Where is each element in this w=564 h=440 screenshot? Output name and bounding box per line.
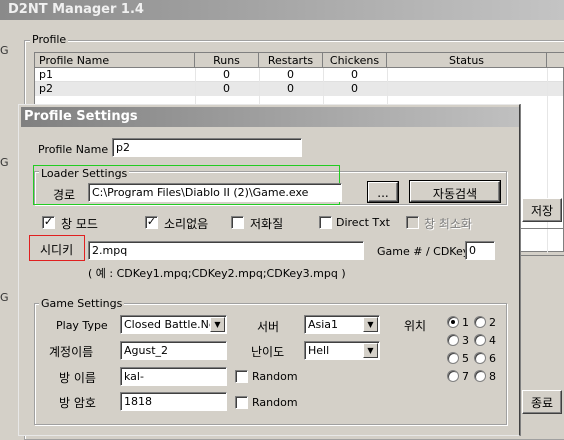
profile-group-legend: Profile xyxy=(30,33,69,46)
low-quality-checkbox[interactable] xyxy=(231,216,244,229)
cdkey-input[interactable]: 2.mpq xyxy=(88,241,364,260)
profile-name-input[interactable]: p2 xyxy=(112,138,302,157)
game-path-input[interactable]: C:\Program Files\Diablo II (2)\Game.exe xyxy=(88,183,342,202)
no-sound-label: 소리없음 xyxy=(164,217,209,231)
chevron-down-icon[interactable]: ▼ xyxy=(363,317,378,332)
room-name-random-label: Random xyxy=(252,370,298,383)
position-label-4: 4 xyxy=(489,334,496,347)
room-name-label: 방 이름 xyxy=(59,371,96,385)
cell-runs: 0 xyxy=(223,82,230,95)
position-label-2: 2 xyxy=(489,316,496,329)
difficulty-value: Hell xyxy=(308,344,330,357)
game-settings-legend: Game Settings xyxy=(39,297,125,310)
room-password-random-checkbox[interactable] xyxy=(235,396,248,409)
room-name-random-checkbox[interactable] xyxy=(235,370,248,383)
cell-restarts: 0 xyxy=(287,68,294,81)
room-password-random-label: Random xyxy=(252,396,298,409)
cell-profile-name: p2 xyxy=(39,82,53,95)
position-label-5: 5 xyxy=(462,352,469,365)
edge-letter: G xyxy=(0,44,9,57)
profile-settings-dialog: Profile Settings Profile Name p2 Loader … xyxy=(18,104,520,436)
position-radio-8[interactable] xyxy=(474,370,486,382)
table-row[interactable]: p2 0 0 0 xyxy=(35,82,563,96)
save-button[interactable]: 저장 xyxy=(522,198,562,222)
position-radio-4[interactable] xyxy=(474,334,486,346)
exit-button[interactable]: 종료 xyxy=(522,390,562,414)
edge-letter: G xyxy=(0,156,9,169)
position-label-8: 8 xyxy=(489,370,496,383)
column-header-restarts[interactable]: Restarts xyxy=(259,53,323,68)
manager-title: D2NT Manager 1.4 xyxy=(8,2,144,17)
cell-restarts: 0 xyxy=(287,82,294,95)
table-row[interactable]: p1 0 0 0 xyxy=(35,68,563,82)
dialog-title-bar[interactable]: Profile Settings xyxy=(21,107,519,127)
chevron-down-icon[interactable]: ▼ xyxy=(210,317,225,332)
position-label-7: 7 xyxy=(462,370,469,383)
column-header-status[interactable]: Status xyxy=(387,53,547,68)
room-password-label: 방 암호 xyxy=(59,396,96,410)
position-radio-1[interactable] xyxy=(447,316,459,328)
cell-runs: 0 xyxy=(223,68,230,81)
low-quality-label: 저화질 xyxy=(250,217,284,231)
column-header-chickens[interactable]: Chickens xyxy=(323,53,387,68)
manager-title-bar: D2NT Manager 1.4 xyxy=(0,0,564,20)
position-label-1: 1 xyxy=(462,316,469,329)
window-mode-label: 창 모드 xyxy=(61,217,98,231)
difficulty-select[interactable]: Hell ▼ xyxy=(304,341,380,360)
cell-chickens: 0 xyxy=(351,68,358,81)
chevron-down-icon[interactable]: ▼ xyxy=(363,343,378,358)
no-sound-checkbox[interactable]: ✓ xyxy=(145,216,158,229)
play-type-select[interactable]: Closed Battle.Net ▼ xyxy=(120,315,227,334)
position-label: 위치 xyxy=(404,319,427,333)
direct-txt-checkbox[interactable] xyxy=(319,216,332,229)
cell-profile-name: p1 xyxy=(39,68,53,81)
auto-search-button[interactable]: 자동검색 xyxy=(410,181,500,202)
edge-letter: G xyxy=(0,291,9,304)
column-header-runs[interactable]: Runs xyxy=(195,53,259,68)
server-select[interactable]: Asia1 ▼ xyxy=(304,315,380,334)
profile-name-label: Profile Name xyxy=(38,143,109,156)
position-label-3: 3 xyxy=(462,334,469,347)
cdkey-hint: ( 예 : CDKey1.mpq;CDKey2.mpq;CDKey3.mpq ) xyxy=(88,267,346,280)
path-label: 경로 xyxy=(53,188,76,202)
position-radio-2[interactable] xyxy=(474,316,486,328)
account-label: 계정이름 xyxy=(49,345,94,359)
minimize-label: 창 최소화 xyxy=(424,217,472,231)
cdkey-label: 시디키 xyxy=(40,243,74,257)
column-header-filler xyxy=(547,53,564,68)
room-name-input[interactable]: kal- xyxy=(120,367,227,386)
play-type-value: Closed Battle.Net xyxy=(124,318,220,331)
position-radio-5[interactable] xyxy=(447,352,459,364)
position-radio-6[interactable] xyxy=(474,352,486,364)
difficulty-label: 난이도 xyxy=(251,345,285,359)
position-label-6: 6 xyxy=(489,352,496,365)
position-radio-7[interactable] xyxy=(447,370,459,382)
account-input[interactable]: Agust_2 xyxy=(120,341,227,360)
game-cdkey-input[interactable]: 0 xyxy=(465,241,495,260)
position-radio-3[interactable] xyxy=(447,334,459,346)
minimize-checkbox xyxy=(406,216,419,229)
play-type-label: Play Type xyxy=(56,319,108,332)
dialog-title: Profile Settings xyxy=(24,109,138,124)
room-password-input[interactable]: 1818 xyxy=(120,392,227,411)
cell-chickens: 0 xyxy=(351,82,358,95)
divider xyxy=(520,228,564,229)
column-header-profile-name[interactable]: Profile Name xyxy=(35,53,195,68)
grid-line xyxy=(547,68,548,253)
divider xyxy=(520,255,564,256)
direct-txt-label: Direct Txt xyxy=(336,216,390,229)
server-label: 서버 xyxy=(257,320,280,334)
game-cdkey-label: Game # / CDKey xyxy=(377,245,470,258)
window-mode-checkbox[interactable]: ✓ xyxy=(42,216,55,229)
server-value: Asia1 xyxy=(308,318,339,331)
browse-button[interactable]: ... xyxy=(368,182,398,202)
